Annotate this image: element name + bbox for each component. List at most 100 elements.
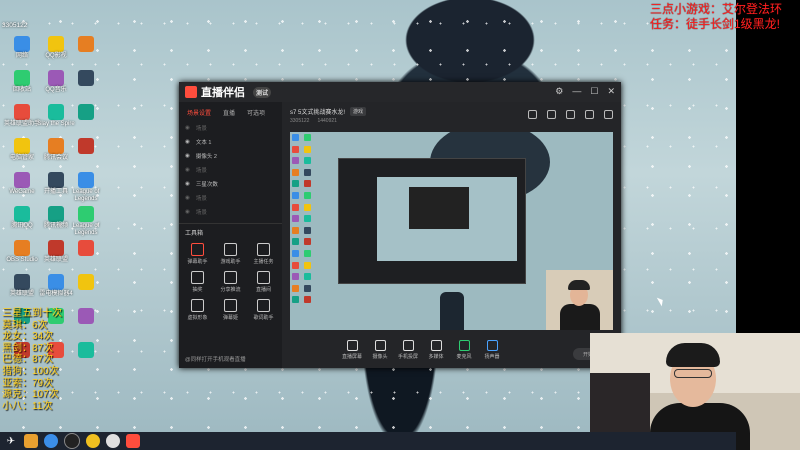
scene-item[interactable]: ◉ 场景 xyxy=(179,121,282,135)
eye-icon[interactable]: ◉ xyxy=(185,209,190,215)
mini-desktop-icon xyxy=(304,261,311,269)
start-icon[interactable]: ✈ xyxy=(4,434,18,448)
share-icon xyxy=(224,271,237,284)
mini-desktop-icon xyxy=(292,273,299,281)
camera-button[interactable]: 摄像头 xyxy=(370,340,390,360)
app-icon xyxy=(78,342,94,358)
eye-icon[interactable]: ◉ xyxy=(185,125,190,131)
app2-icon[interactable] xyxy=(106,434,120,448)
desktop-icon[interactable] xyxy=(66,342,106,359)
mini-desktop-icon xyxy=(304,215,311,223)
desktop-icon[interactable]: League of Legends xyxy=(66,172,106,203)
task-icon xyxy=(257,243,270,256)
tool-danmuji[interactable]: 弹幕姬 xyxy=(214,299,247,321)
app-icon xyxy=(78,104,94,120)
scene-item[interactable]: ◉ 摄像头 2 xyxy=(179,149,282,163)
screen-capture-button[interactable]: 直播屏幕 xyxy=(342,340,362,360)
desktop-icon[interactable] xyxy=(66,240,106,257)
app-icon xyxy=(14,206,30,222)
mini-desktop-icon xyxy=(304,134,311,141)
scene-item[interactable]: ◉ 文本 1 xyxy=(179,135,282,149)
app-icon xyxy=(14,36,30,52)
tool-lottery[interactable]: 抽奖 xyxy=(181,271,214,293)
settings-icon[interactable]: ⚙ xyxy=(555,86,563,97)
desktop-icon[interactable] xyxy=(66,36,106,53)
tab-live[interactable]: 直播 xyxy=(223,108,235,117)
tool-lyrics[interactable]: 歌词助手 xyxy=(247,299,280,321)
share-icon[interactable] xyxy=(604,110,613,119)
media-button[interactable]: 多媒体 xyxy=(426,340,446,360)
room-id: 3305122 xyxy=(290,118,310,124)
app-icon xyxy=(78,206,94,222)
stats-title: 三星五到十次 xyxy=(2,308,62,319)
mini-desktop-icon xyxy=(292,203,299,211)
desktop-icon[interactable]: League of Legends xyxy=(66,206,106,237)
close-icon[interactable]: ✕ xyxy=(607,86,615,97)
bell-icon[interactable] xyxy=(585,110,594,119)
microphone-button[interactable]: 麦克风 xyxy=(454,340,474,360)
phone-cast-button[interactable]: 手机投屏 xyxy=(398,340,418,360)
mini-desktop-icon xyxy=(304,157,311,165)
speaker-button[interactable]: 扬声器 xyxy=(482,340,502,360)
scene-item[interactable]: ◉ 场景 xyxy=(179,163,282,177)
tool-share[interactable]: 分享推流 xyxy=(214,271,247,293)
version-badge: 测试 xyxy=(253,86,272,98)
lock-icon[interactable] xyxy=(547,110,556,119)
mini-desktop-icon xyxy=(292,238,299,246)
mini-desktop-icon xyxy=(292,261,299,269)
mini-desktop-icon xyxy=(304,226,311,234)
desktop-icon[interactable] xyxy=(66,70,106,87)
desktop-icon[interactable] xyxy=(66,138,106,155)
eye-icon[interactable]: ◉ xyxy=(185,195,190,201)
stats-row: 龙女：34次 xyxy=(2,331,54,343)
minimize-icon[interactable]: — xyxy=(572,86,581,97)
black-sidebar xyxy=(736,0,800,333)
eye-icon[interactable]: ◉ xyxy=(185,153,190,159)
desktop-icon-label: 英雄联盟 xyxy=(43,257,68,263)
tool-game[interactable]: 游戏助手 xyxy=(214,243,247,265)
layout-icon[interactable] xyxy=(566,110,575,119)
app-titlebar[interactable]: 直播伴侣 测试 ⚙ — ☐ ✕ xyxy=(179,82,621,102)
desktop-icon[interactable] xyxy=(66,274,106,291)
app-icon xyxy=(48,206,64,222)
maximize-icon[interactable]: ☐ xyxy=(590,86,598,97)
tool-room[interactable]: 直播间 xyxy=(247,271,280,293)
app-icon xyxy=(48,138,64,154)
scene-item[interactable]: ◉ 场景 xyxy=(179,205,282,219)
gift-icon[interactable] xyxy=(528,110,537,119)
folder-icon[interactable] xyxy=(24,434,38,448)
desktop-icon-label: QQ影视 xyxy=(45,53,67,59)
microphone-icon xyxy=(458,340,470,351)
scene-label: 摄像头 2 xyxy=(195,154,217,160)
app-name: 直播伴侣 xyxy=(201,87,245,99)
tool-task[interactable]: 主播任务 xyxy=(247,243,280,265)
app-icon xyxy=(78,240,94,256)
tab-options[interactable]: 可选项 xyxy=(247,108,265,117)
scene-item[interactable]: ◉ 三星次数 xyxy=(179,177,282,191)
mobile-tip[interactable]: @同样打开手机观看直播 xyxy=(185,355,246,363)
desktop-icon[interactable] xyxy=(66,308,106,325)
browser-icon[interactable] xyxy=(44,434,58,448)
eye-icon[interactable]: ◉ xyxy=(185,167,190,173)
eye-icon[interactable]: ◉ xyxy=(185,139,190,145)
tool-label: 弹幕姬 xyxy=(222,315,238,321)
nested-preview xyxy=(338,158,526,284)
tool-danmu[interactable]: 弹幕助手 xyxy=(181,243,214,265)
eye-icon[interactable]: ◉ xyxy=(185,181,190,187)
scene-label: 文本 1 xyxy=(195,140,212,146)
tool-label: 游戏助手 xyxy=(220,259,241,265)
stream-preview[interactable] xyxy=(290,132,613,330)
app-icon[interactable] xyxy=(86,434,100,448)
stream-title[interactable]: s7 5文式挑战赛水龙! xyxy=(290,107,345,116)
scene-item[interactable]: ◉ 场景 xyxy=(179,191,282,205)
game-overlay: 三点小游戏：艾尔登法环 任务：徒手长剑1级黑龙! xyxy=(650,2,782,32)
desktop-icon[interactable] xyxy=(66,104,106,121)
obs-icon[interactable] xyxy=(64,433,80,449)
streaming-app-icon[interactable] xyxy=(126,434,140,448)
tab-scenes[interactable]: 场景设置 xyxy=(187,108,211,117)
tool-avatar[interactable]: 虚拟形象 xyxy=(181,299,214,321)
mini-desktop-icon xyxy=(292,296,299,304)
category-tag[interactable]: 游戏 xyxy=(350,107,367,116)
mini-desktop-icon xyxy=(304,249,311,257)
camera-icon xyxy=(374,340,386,351)
